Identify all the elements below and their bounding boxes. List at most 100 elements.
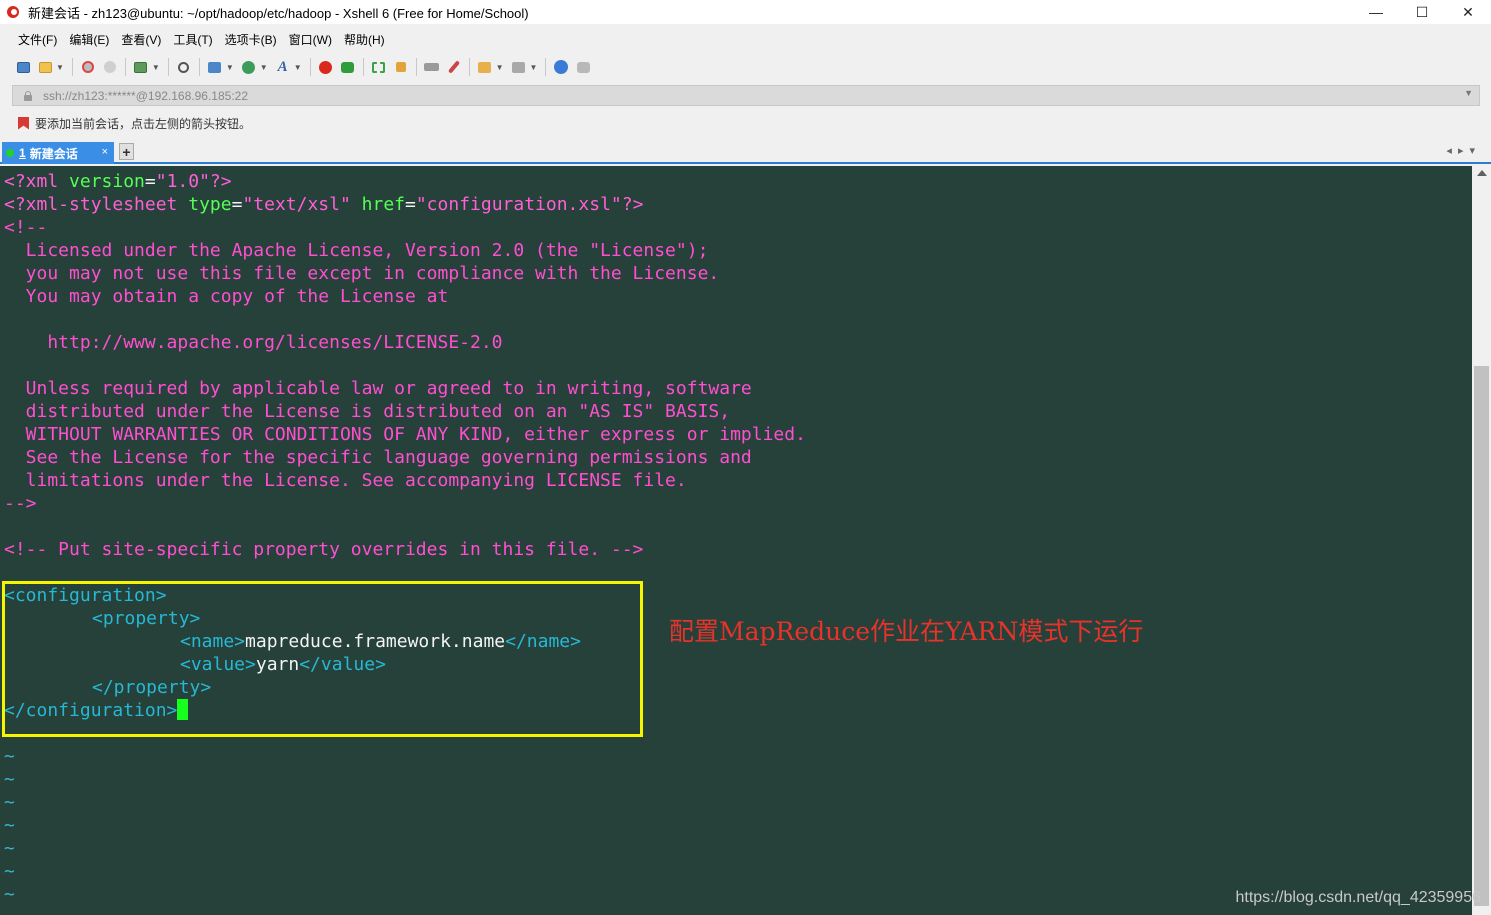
xftp-icon[interactable]: [339, 58, 357, 76]
tab-session[interactable]: 1 新建会话 ×: [2, 142, 114, 164]
new-session-icon[interactable]: [14, 58, 32, 76]
open-folder-icon[interactable]: [36, 58, 54, 76]
comment-line: Unless required by applicable law or agr…: [4, 378, 752, 399]
transfer-icon[interactable]: [132, 58, 150, 76]
terminal-area[interactable]: <?xml version="1.0"?> <?xml-stylesheet t…: [0, 166, 1472, 915]
menu-file[interactable]: 文件(F): [12, 31, 63, 48]
stylesheet-attr-type: type: [188, 194, 232, 215]
connected-status-icon: [6, 149, 14, 157]
properties-icon[interactable]: [206, 58, 224, 76]
xml-declaration-line: <?xml version="1.0"?>: [4, 170, 232, 193]
lock-icon[interactable]: [392, 58, 410, 76]
toolbar-separator: [71, 58, 73, 76]
toolbar-separator: [198, 58, 200, 76]
hint-bar: 要添加当前会话，点击左侧的箭头按钮。: [0, 112, 251, 134]
stylesheet-line: <?xml-stylesheet type="text/xsl" href="c…: [4, 193, 643, 216]
comment-line: <!--: [4, 217, 48, 238]
menu-view[interactable]: 查看(V): [115, 31, 167, 48]
help-icon[interactable]: [552, 58, 570, 76]
annotation-text: 配置MapReduce作业在YARN模式下运行: [669, 617, 1144, 646]
xshell-icon[interactable]: [317, 58, 335, 76]
comment-line: WITHOUT WARRANTIES OR CONDITIONS OF ANY …: [4, 424, 806, 445]
stylesheet-val-href: "configuration.xsl": [415, 194, 622, 215]
layout-icon[interactable]: [510, 58, 528, 76]
toolbar-separator: [362, 58, 364, 76]
tab-close-icon[interactable]: ×: [102, 146, 108, 158]
disconnect-icon[interactable]: [101, 58, 119, 76]
stylesheet-eq: =: [405, 194, 416, 215]
vertical-scrollbar[interactable]: [1472, 166, 1491, 915]
empty-line-tilde: ~: [4, 746, 15, 767]
comment-line: you may not use this file except in comp…: [4, 263, 720, 284]
watermark: https://blog.csdn.net/qq_42359956: [1235, 889, 1481, 906]
menu-tools[interactable]: 工具(T): [167, 31, 218, 48]
comment-line: limitations under the License. See accom…: [4, 470, 687, 491]
empty-line-tilde: ~: [4, 884, 15, 905]
empty-line-tilde: ~: [4, 815, 15, 836]
xml-decl-open: <?xml: [4, 171, 70, 192]
comment-line: <!-- Put site-specific property override…: [4, 539, 644, 560]
globe-dropdown-icon[interactable]: ▼: [260, 63, 268, 72]
search-icon[interactable]: [175, 58, 193, 76]
xml-decl-eq: =: [144, 171, 156, 192]
empty-line-tilde: ~: [4, 838, 15, 859]
layout-dropdown-icon[interactable]: ▼: [530, 63, 538, 72]
xml-decl-val: "1.0": [155, 171, 210, 192]
toolbar-separator: [309, 58, 311, 76]
globe-icon[interactable]: [240, 58, 258, 76]
window-controls: — ☐ ✕: [1353, 0, 1491, 24]
comment-line: distributed under the License is distrib…: [4, 401, 731, 422]
hint-text: 要添加当前会话，点击左侧的箭头按钮。: [35, 116, 252, 131]
lock-icon: [23, 90, 33, 101]
add-tab-button[interactable]: +: [119, 143, 134, 160]
font-icon[interactable]: A: [274, 58, 292, 76]
chat-icon[interactable]: [574, 58, 592, 76]
tab-label: 新建会话: [29, 146, 78, 161]
highlight-box: [2, 581, 643, 737]
menu-bar: 文件(F) 编辑(E) 查看(V) 工具(T) 选项卡(B) 窗口(W) 帮助(…: [0, 28, 391, 50]
transfer-dropdown-icon[interactable]: ▼: [152, 63, 160, 72]
menu-tabs[interactable]: 选项卡(B): [219, 31, 283, 48]
toolbar-separator: [545, 58, 547, 76]
font-dropdown-icon[interactable]: ▼: [294, 63, 302, 72]
add-session-icon[interactable]: [476, 58, 494, 76]
stylesheet-eq: =: [231, 194, 243, 215]
fullscreen-icon[interactable]: [370, 58, 388, 76]
empty-line-tilde: ~: [4, 792, 15, 813]
properties-dropdown-icon[interactable]: ▼: [226, 63, 234, 72]
toolbar-separator: [415, 58, 417, 76]
address-bar[interactable]: ssh://zh123:******@192.168.96.185:22 ▼: [12, 85, 1480, 106]
xml-decl-attr: version: [69, 171, 145, 192]
toolbar-separator: [124, 58, 126, 76]
tab-number: 1: [19, 146, 26, 160]
window-title: 新建会话 - zh123@ubuntu: ~/opt/hadoop/etc/ha…: [28, 5, 529, 21]
address-dropdown-icon[interactable]: ▼: [1464, 88, 1473, 98]
open-dropdown-icon[interactable]: ▼: [56, 63, 64, 72]
maximize-button[interactable]: ☐: [1399, 0, 1445, 24]
highlight-pen-icon[interactable]: [445, 58, 463, 76]
toolbar-separator: [468, 58, 470, 76]
keyboard-icon[interactable]: [423, 58, 441, 76]
toolbar-separator: [167, 58, 169, 76]
comment-line: See the License for the specific languag…: [4, 447, 752, 468]
bookmark-arrow-icon[interactable]: [18, 116, 29, 130]
menu-help[interactable]: 帮助(H): [338, 31, 391, 48]
xml-decl-close: ?>: [209, 171, 232, 192]
comment-line: Licensed under the Apache License, Versi…: [4, 240, 709, 261]
menu-edit[interactable]: 编辑(E): [63, 31, 115, 48]
tab-navigation[interactable]: ◂▸▾: [1446, 144, 1481, 157]
add-session-dropdown-icon[interactable]: ▼: [496, 63, 504, 72]
scroll-up-arrow-icon[interactable]: [1477, 170, 1487, 176]
minimize-button[interactable]: —: [1353, 0, 1399, 24]
menu-window[interactable]: 窗口(W): [283, 31, 338, 48]
xshell-logo-icon: [6, 4, 22, 20]
toolbar: ▼ ▼ ▼ ▼ A ▼ ▼ ▼: [0, 54, 1491, 80]
connect-icon[interactable]: [79, 58, 97, 76]
empty-line-tilde: ~: [4, 861, 15, 882]
empty-line-tilde: ~: [4, 769, 15, 790]
stylesheet-attr-href: href: [350, 194, 405, 215]
stylesheet-close: ?>: [621, 194, 644, 215]
close-button[interactable]: ✕: [1445, 0, 1491, 24]
comment-line: http://www.apache.org/licenses/LICENSE-2…: [4, 332, 503, 353]
scrollbar-thumb[interactable]: [1474, 366, 1489, 906]
